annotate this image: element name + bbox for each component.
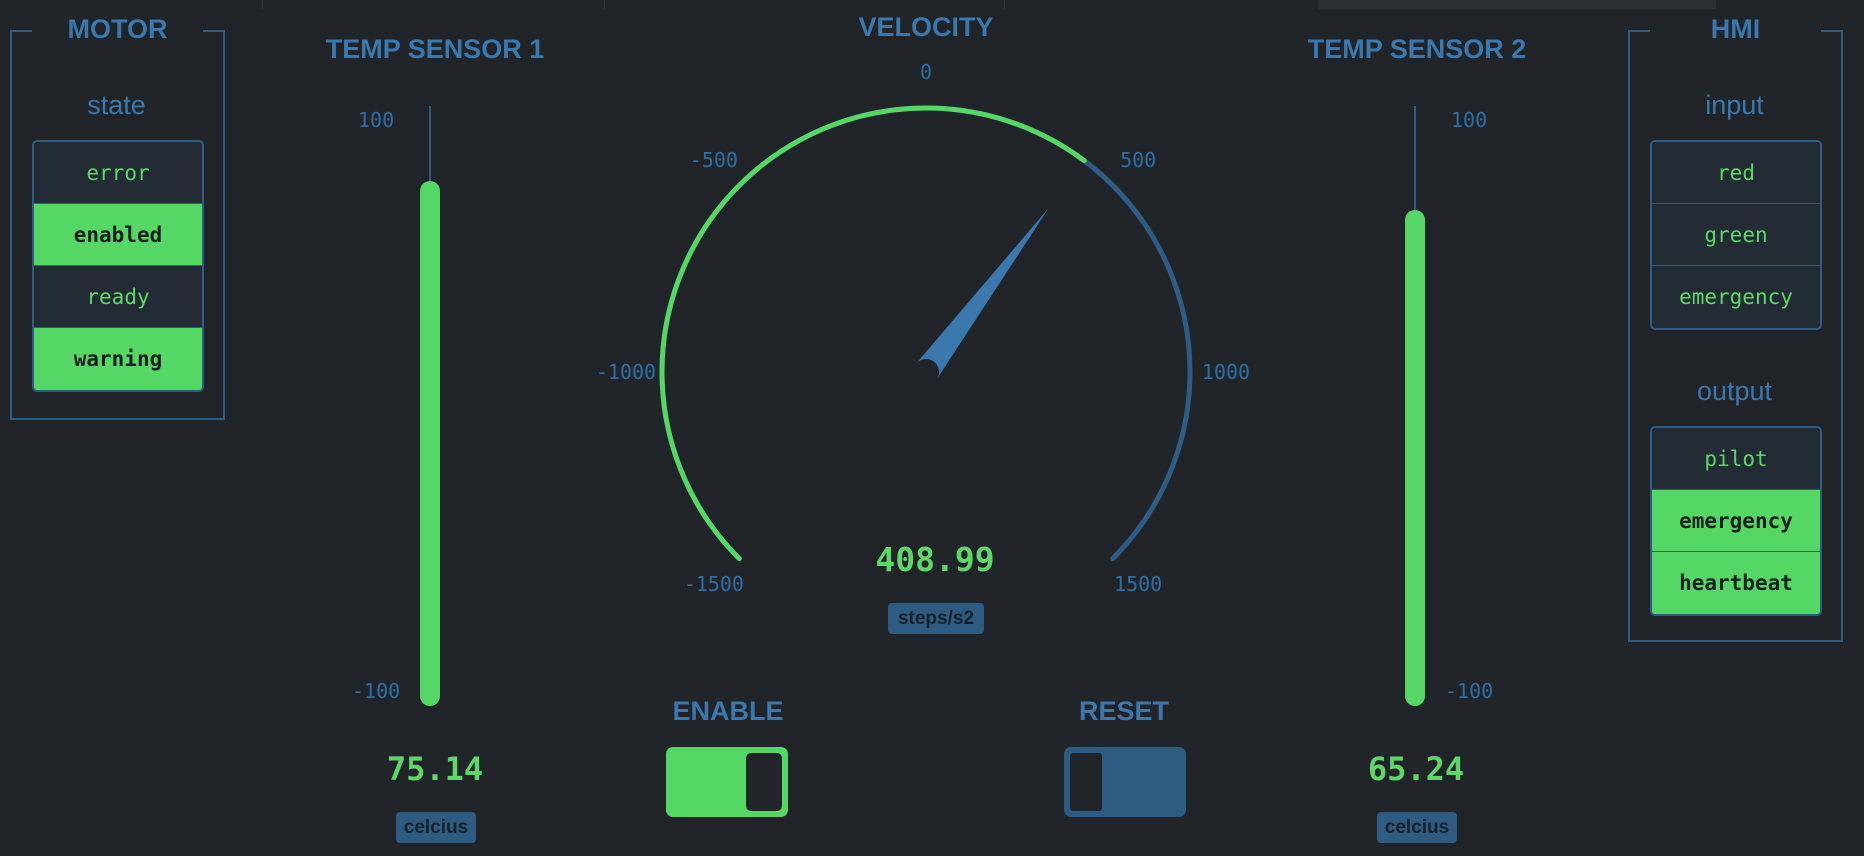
hmi-input-list: red green emergency [1650,140,1822,330]
input-red[interactable]: red [1652,142,1820,204]
temp1-max-label: 100 [358,108,395,132]
velocity-unit-badge: steps/s2 [888,603,984,634]
gauge-needle [915,207,1049,380]
temp2-level-bar [1405,210,1425,706]
output-pilot[interactable]: pilot [1652,428,1820,490]
top-scroll-bar [1318,0,1716,9]
temp2-unit-badge: celcius [1377,812,1457,843]
gauge-tick-label: -1500 [684,572,744,596]
temp2-value: 65.24 [1367,750,1465,788]
state-ready[interactable]: ready [34,266,202,328]
gauge-tick-label: -1000 [596,360,656,384]
hmi-output-list: pilot emergency heartbeat [1650,426,1822,616]
motor-state-label: state [87,90,146,120]
temp2-max-label: 100 [1451,108,1488,132]
gauge-tick-label: 0 [920,60,932,84]
input-green[interactable]: green [1652,204,1820,266]
hmi-input-label: input [1705,90,1764,120]
enable-toggle[interactable] [666,747,788,817]
temp1-unit-badge: celcius [396,812,476,843]
hmi-output-label: output [1696,376,1773,406]
enable-title: ENABLE [672,696,784,726]
top-divider [604,0,605,9]
top-divider [1004,0,1005,9]
state-error[interactable]: error [34,142,202,204]
reset-toggle-knob[interactable] [1068,751,1104,813]
reset-title: RESET [1078,696,1170,726]
state-warning[interactable]: warning [34,328,202,390]
temp1-title: TEMP SENSOR 1 [325,34,545,64]
top-divider [262,0,263,9]
velocity-title: VELOCITY [858,12,994,42]
reset-toggle[interactable] [1064,747,1186,817]
state-enabled[interactable]: enabled [34,204,202,266]
velocity-value: 408.99 [875,540,995,579]
output-emergency[interactable]: emergency [1652,490,1820,552]
gauge-tick-label: 500 [1120,148,1156,172]
motor-state-list: error enabled ready warning [32,140,204,392]
gauge-tick-label: -500 [690,148,738,172]
motor-title: MOTOR [67,14,168,44]
temp1-value: 75.14 [386,750,484,788]
enable-toggle-knob[interactable] [746,753,782,811]
output-heartbeat[interactable]: heartbeat [1652,552,1820,614]
temp1-level-bar [420,180,440,706]
hmi-title: HMI [1710,14,1761,44]
gauge-value-arc [659,105,1087,562]
gauge-tick-label: 1000 [1202,360,1250,384]
input-emergency[interactable]: emergency [1652,266,1820,328]
gauge-track-arc [659,105,1193,562]
temp1-min-label: -100 [352,679,401,703]
gauge-tick-label: 1500 [1114,572,1162,596]
temp2-min-label: -100 [1445,679,1494,703]
temp2-title: TEMP SENSOR 2 [1307,34,1527,64]
velocity-gauge: 0 -500 500 -1000 1000 -1500 1500 [596,60,1250,596]
